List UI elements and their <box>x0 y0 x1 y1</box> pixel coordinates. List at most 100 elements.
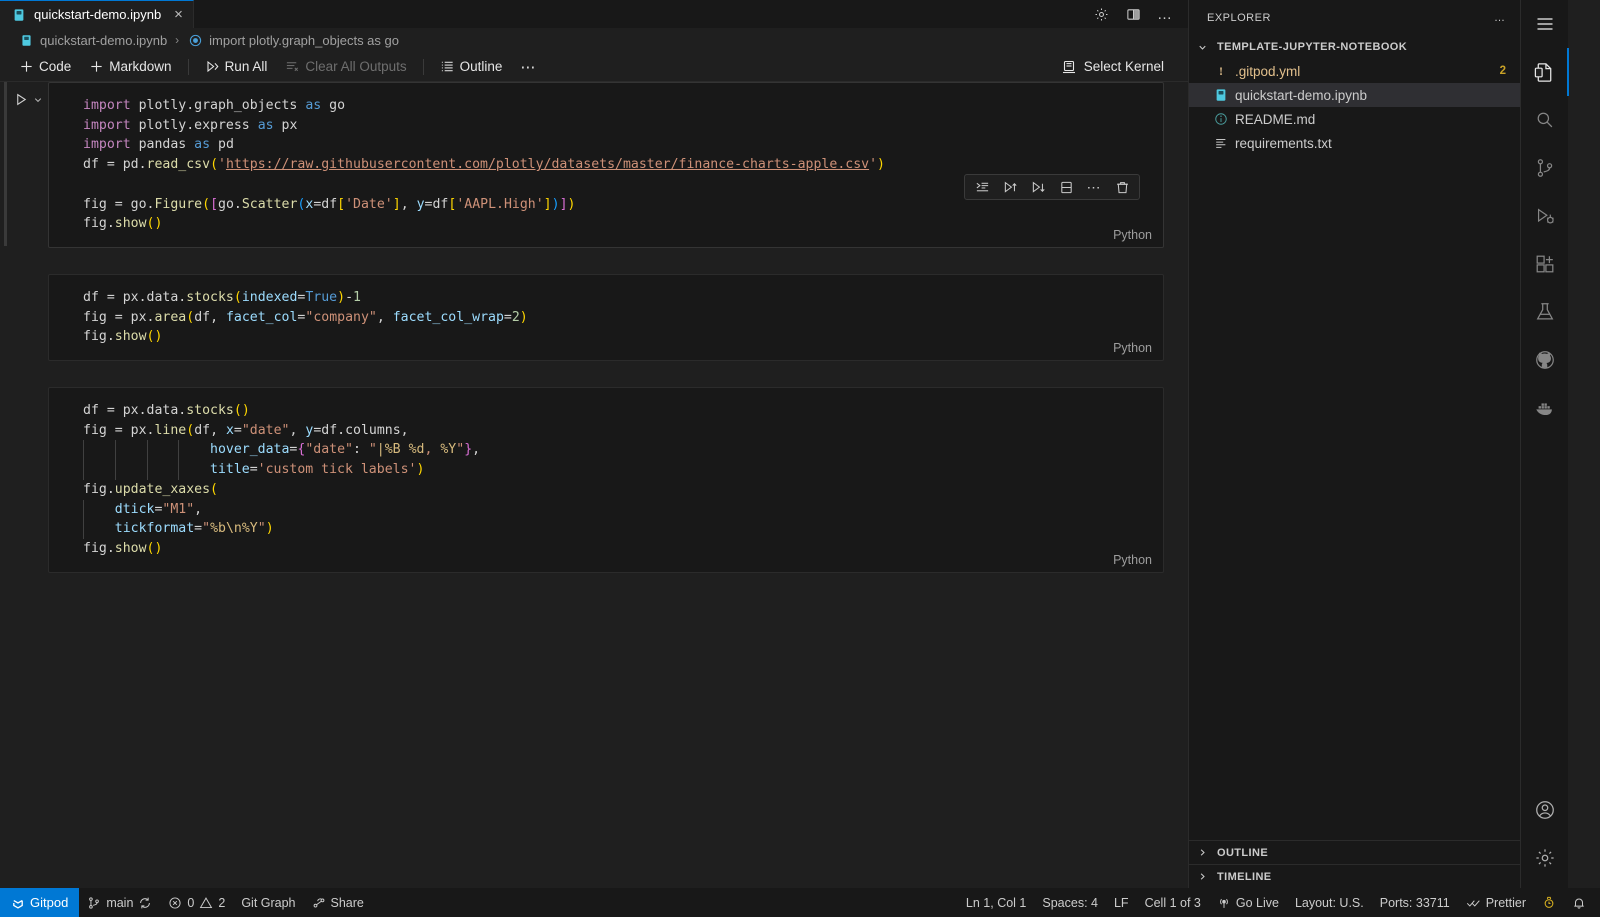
toolbar-more-button[interactable]: ⋯ <box>511 56 544 78</box>
code-token: %Y <box>440 442 456 457</box>
status-share[interactable]: Share <box>304 888 372 917</box>
code-token: True <box>305 290 337 305</box>
outline-section[interactable]: OUTLINE <box>1189 840 1520 864</box>
run-cell-button[interactable] <box>14 92 43 107</box>
delete-cell-icon[interactable] <box>1109 176 1135 198</box>
chevron-down-icon[interactable] <box>33 95 43 105</box>
add-code-cell-button[interactable]: Code <box>10 57 80 76</box>
code-token: line <box>154 423 186 438</box>
split-cell-icon[interactable] <box>1053 176 1079 198</box>
cell-editor[interactable]: df = px.data.stocks(indexed=True)-1fig =… <box>48 274 1164 361</box>
code-token: [ <box>337 197 345 212</box>
outline-button[interactable]: Outline <box>431 57 512 76</box>
file-item-requirements-txt[interactable]: requirements.txt <box>1189 131 1520 155</box>
code-token: show <box>115 216 147 231</box>
gear-icon[interactable] <box>1092 5 1110 23</box>
code-token: = <box>194 521 202 536</box>
split-editor-icon[interactable] <box>1124 5 1142 23</box>
account-icon[interactable] <box>1521 786 1569 834</box>
menu-icon[interactable] <box>1521 0 1569 48</box>
status-cell-position[interactable]: Cell 1 of 3 <box>1137 888 1209 917</box>
select-kernel-button[interactable]: Select Kernel <box>1051 57 1174 77</box>
tab-quickstart-demo[interactable]: quickstart-demo.ipynb × <box>0 0 194 28</box>
explorer-more-icon[interactable]: … <box>1494 12 1506 24</box>
clear-all-outputs-button[interactable]: Clear All Outputs <box>276 57 415 76</box>
code-line: import plotly.express as px <box>83 116 1163 136</box>
cell-language-label[interactable]: Python <box>1113 341 1152 355</box>
github-icon[interactable] <box>1521 336 1569 384</box>
code-token: facet_col_wrap <box>393 310 504 325</box>
notebook-cell[interactable]: df = px.data.stocks()fig = px.line(df, x… <box>0 387 1188 573</box>
status-timer[interactable] <box>1534 888 1564 917</box>
docker-whale-icon[interactable] <box>1521 384 1569 432</box>
code-token: facet_col <box>226 310 297 325</box>
run-above-icon[interactable] <box>997 176 1023 198</box>
file-item-readme-md[interactable]: README.md <box>1189 107 1520 131</box>
source-control-icon[interactable] <box>1521 144 1569 192</box>
manage-settings-gear-icon[interactable] <box>1521 834 1569 882</box>
code-token: } <box>464 442 472 457</box>
code-token: import <box>83 118 131 133</box>
status-gitpod[interactable]: Gitpod <box>0 888 79 917</box>
cell-language-label[interactable]: Python <box>1113 228 1152 242</box>
file-list: !.gitpod.yml2quickstart-demo.ipynb README… <box>1189 59 1520 155</box>
cell-source-code[interactable]: import plotly.graph_objects as goimport … <box>49 83 1163 247</box>
code-token: ( <box>186 423 194 438</box>
breadcrumb-symbol[interactable]: import plotly.graph_objects as go <box>187 32 399 48</box>
timeline-section-label: TIMELINE <box>1217 871 1272 883</box>
extensions-icon[interactable] <box>1521 240 1569 288</box>
code-token: ) <box>568 197 576 212</box>
more-cell-actions-icon[interactable]: ⋯ <box>1081 176 1107 198</box>
workspace-folder-row[interactable]: TEMPLATE-JUPYTER-NOTEBOOK <box>1189 35 1520 59</box>
run-all-button[interactable]: Run All <box>196 57 277 76</box>
code-token: , <box>194 502 202 517</box>
timeline-section[interactable]: TIMELINE <box>1189 864 1520 888</box>
breadcrumb-file[interactable]: quickstart-demo.ipynb <box>18 32 167 48</box>
code-token: ' <box>218 157 226 172</box>
add-markdown-cell-button[interactable]: Markdown <box>80 57 180 76</box>
notebook-cell[interactable]: df = px.data.stocks(indexed=True)-1fig =… <box>0 274 1188 361</box>
file-item-gitpod-yml[interactable]: !.gitpod.yml2 <box>1189 59 1520 83</box>
code-token: |%B <box>377 442 401 457</box>
status-cursor-position[interactable]: Ln 1, Col 1 <box>958 888 1034 917</box>
status-ports[interactable]: Ports: 33711 <box>1372 888 1458 917</box>
chevron-right-icon[interactable] <box>1197 871 1213 882</box>
search-icon[interactable] <box>1521 96 1569 144</box>
status-branch-label: main <box>106 896 133 910</box>
status-problems[interactable]: 0 2 <box>160 888 233 917</box>
more-actions-icon[interactable]: … <box>1156 5 1174 23</box>
code-token: " <box>369 442 377 457</box>
status-branch[interactable]: main <box>79 888 160 917</box>
status-eol[interactable]: LF <box>1106 888 1137 917</box>
cell-gutter <box>0 274 48 361</box>
status-prettier[interactable]: Prettier <box>1458 888 1534 917</box>
cell-editor[interactable]: df = px.data.stocks()fig = px.line(df, x… <box>48 387 1164 573</box>
code-token: title <box>210 462 250 477</box>
run-and-debug-icon[interactable] <box>1521 192 1569 240</box>
code-token: plotly.graph_objects <box>131 98 306 113</box>
file-name-label: README.md <box>1235 112 1315 127</box>
notebook-cell[interactable]: import plotly.graph_objects as goimport … <box>0 82 1188 248</box>
file-item-quickstart-demo-ipynb[interactable]: quickstart-demo.ipynb <box>1189 83 1520 107</box>
execute-above-icon[interactable] <box>969 176 995 198</box>
run-below-icon[interactable] <box>1025 176 1051 198</box>
status-git-graph[interactable]: Git Graph <box>233 888 303 917</box>
chevron-right-icon[interactable] <box>1197 847 1213 858</box>
cell-editor[interactable]: import plotly.graph_objects as goimport … <box>48 82 1164 248</box>
status-notifications[interactable] <box>1564 888 1600 917</box>
status-indentation[interactable]: Spaces: 4 <box>1034 888 1106 917</box>
code-line: hover_data={"date": "|%B %d, %Y"}, <box>83 440 1163 460</box>
close-icon[interactable]: × <box>174 7 183 22</box>
testing-beaker-icon[interactable] <box>1521 288 1569 336</box>
status-go-live[interactable]: Go Live <box>1209 888 1287 917</box>
status-keyboard-layout[interactable]: Layout: U.S. <box>1287 888 1372 917</box>
chevron-down-icon[interactable] <box>1197 42 1213 53</box>
notebook-cells-container[interactable]: ⋯ import plotly.graph_objects as goimpor… <box>0 82 1188 888</box>
explorer-files-icon[interactable] <box>1521 48 1569 96</box>
cell-source-code[interactable]: df = px.data.stocks(indexed=True)-1fig =… <box>49 275 1163 360</box>
activity-bar <box>1520 0 1568 888</box>
toolbar-divider-2 <box>423 59 424 75</box>
code-line: fig.update_xaxes( <box>83 480 1163 500</box>
cell-language-label[interactable]: Python <box>1113 553 1152 567</box>
cell-source-code[interactable]: df = px.data.stocks()fig = px.line(df, x… <box>49 388 1163 572</box>
